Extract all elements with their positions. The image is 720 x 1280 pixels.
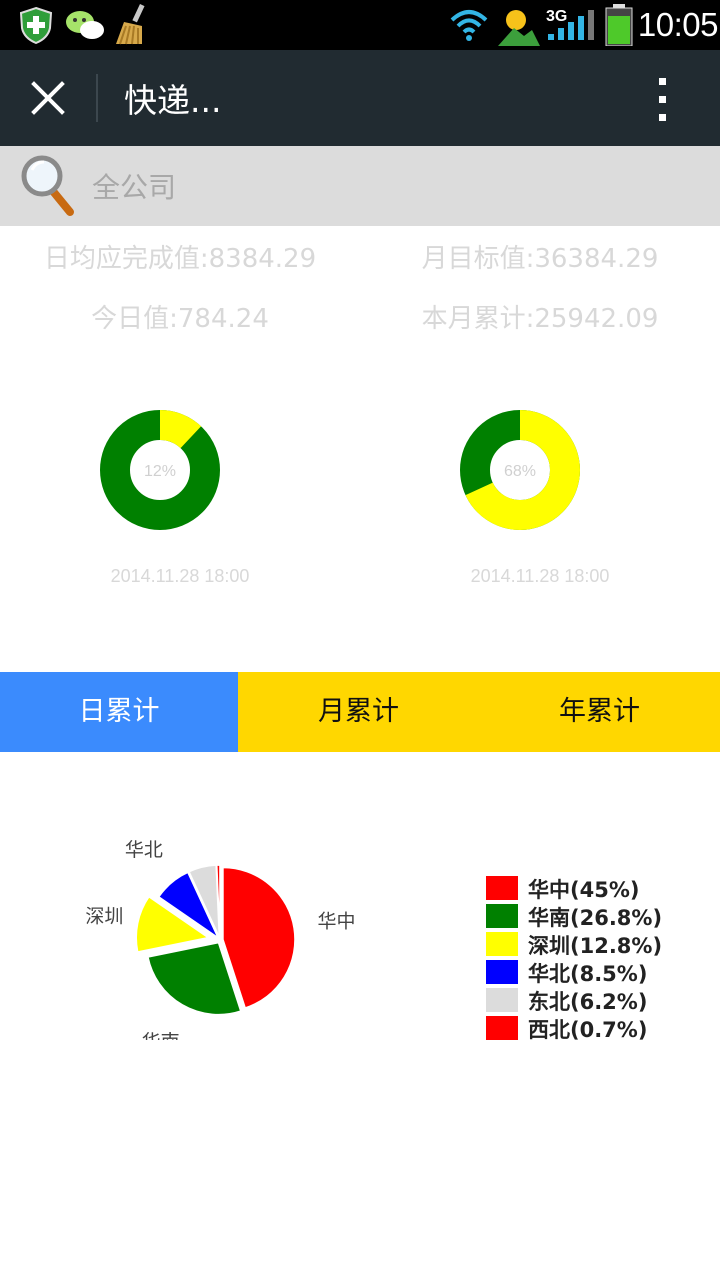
title-divider — [96, 74, 98, 122]
weather-icon — [498, 10, 540, 46]
legend-label: 东北(6.2%) — [528, 990, 648, 1014]
legend-swatch — [486, 988, 518, 1012]
legend-label: 华南(26.8%) — [528, 906, 663, 930]
status-bar: 3G 10:05 — [0, 0, 720, 50]
legend-label: 华北(8.5%) — [528, 962, 648, 986]
page-title: 快递... — [124, 81, 222, 120]
legend-swatch — [486, 960, 518, 984]
tab-monthly[interactable]: 月累计 — [238, 672, 479, 752]
daily-donut-time: 2014.11.28 18:00 — [110, 566, 250, 586]
legend-swatch — [486, 932, 518, 956]
search-input[interactable]: 全公司 — [92, 166, 176, 206]
legend-swatch — [486, 904, 518, 928]
pie-slice-label: 华中 — [318, 911, 356, 933]
daily-progress-donut: 12% — [100, 410, 220, 530]
region-pie-chart: 华中华南深圳华北东北西北 — [85, 840, 356, 1040]
monthly-target-text: 月目标值:36384.29 — [421, 244, 659, 274]
signal-icon — [548, 10, 594, 40]
legend-swatch — [486, 876, 518, 900]
tab-daily[interactable]: 日累计 — [0, 672, 238, 752]
legend-label: 深圳(12.8%) — [528, 934, 663, 958]
tab-yearly[interactable]: 年累计 — [479, 672, 720, 752]
search-bar[interactable]: 全公司 — [0, 146, 720, 226]
legend-label: 西北(0.7%) — [528, 1018, 648, 1042]
title-bar: 快递... — [0, 50, 720, 146]
pie-slice-label: 深圳 — [85, 905, 123, 927]
status-clock: 10:05 — [637, 6, 719, 43]
battery-icon — [605, 4, 633, 46]
month-total-text: 本月累计:25942.09 — [421, 304, 659, 334]
wifi-icon — [450, 10, 488, 41]
donut-label: 12% — [144, 463, 176, 480]
more-vert-icon[interactable] — [645, 72, 681, 128]
shield-plus-icon — [19, 6, 53, 44]
pie-slice[interactable] — [222, 866, 296, 1009]
magnifier-icon[interactable] — [18, 152, 78, 218]
pie-slice-label: 华北 — [125, 840, 163, 861]
legend-swatch — [486, 1016, 518, 1040]
monthly-progress-donut: 68% — [460, 410, 580, 530]
donut-label: 68% — [504, 463, 536, 480]
wechat-icon — [66, 11, 104, 39]
broom-icon — [116, 4, 145, 45]
close-icon[interactable] — [22, 72, 74, 124]
legend-label: 华中(45%) — [528, 878, 640, 902]
daily-target-text: 日均应完成值:8384.29 — [43, 244, 317, 274]
monthly-donut-time: 2014.11.28 18:00 — [470, 566, 610, 586]
period-tabs: 日累计 月累计 年累计 — [0, 672, 720, 752]
today-value-text: 今日值:784.24 — [91, 304, 269, 334]
pie-slice-label: 华南 — [142, 1031, 180, 1040]
